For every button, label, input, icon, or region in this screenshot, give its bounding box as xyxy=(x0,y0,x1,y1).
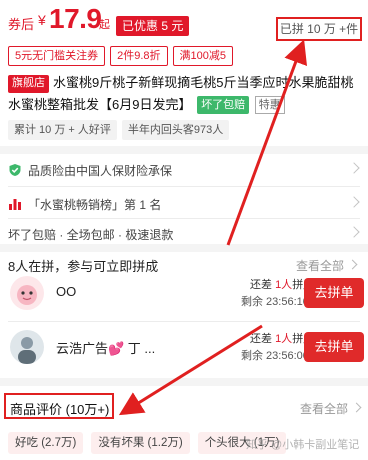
group-member-name: OO xyxy=(56,284,77,299)
currency-symbol: ¥ xyxy=(38,12,46,28)
special-badge: 特惠 xyxy=(254,96,285,114)
review-tags: 好吃 (2.7万) 没有坏果 (1.2万) 个头很大 (1万) xyxy=(8,432,287,454)
price-row: 券后 ¥ 17.9 起 已优惠 5 元 已拼 10 万 +件 xyxy=(0,0,368,41)
need-prefix: 还差 xyxy=(250,279,272,291)
chevron-right-icon xyxy=(348,162,360,174)
guarantee-badge: 坏了包赔 xyxy=(197,96,250,114)
need-number: 1人 xyxy=(275,333,293,345)
section-divider xyxy=(0,244,368,252)
join-group-button[interactable]: 去拼单 xyxy=(304,278,364,308)
coupon-tag[interactable]: 5元无门槛关注券 xyxy=(8,46,106,66)
review-tag[interactable]: 好吃 (2.7万) xyxy=(8,432,84,454)
insurance-row[interactable]: 品质险由中国人保财险承保 xyxy=(8,156,360,184)
section-divider xyxy=(0,146,368,154)
ranking-row[interactable]: 「水蜜桃畅销榜」第 1 名 xyxy=(8,190,360,218)
row-divider xyxy=(8,218,360,219)
sold-count-highlight: 已拼 10 万 +件 xyxy=(276,17,362,41)
coupon-list: 5元无门槛关注券 2件9.8折 满100减5 xyxy=(8,46,234,68)
review-count-tag: 累计 10 万 + 人好评 xyxy=(8,120,117,140)
group-row: 云浩广告💕 丁 ... 还差 1人拼成 剩余 23:56:00.5 去拼单 xyxy=(8,326,364,370)
ranking-text: 「水蜜桃畅销榜」第 1 名 xyxy=(28,197,162,212)
see-all-reviews-link[interactable]: 查看全部 xyxy=(300,400,348,417)
section-divider xyxy=(0,378,368,386)
avatar xyxy=(10,330,44,364)
ranking-icon xyxy=(8,197,22,211)
review-tag[interactable]: 没有坏果 (1.2万) xyxy=(91,432,190,454)
review-title: 商品评价 (10万+) xyxy=(10,402,110,417)
chevron-right-icon xyxy=(348,226,360,238)
flagship-badge: 旗舰店 xyxy=(8,75,49,93)
group-row: OO 还差 1人拼成 剩余 23:56:10.5 去拼单 xyxy=(8,272,364,316)
price-prefix: 券后 xyxy=(8,17,35,32)
chevron-right-icon xyxy=(348,196,360,208)
insurance-text: 品质险由中国人保财险承保 xyxy=(28,163,173,178)
price-suffix: 起 xyxy=(99,19,110,31)
need-prefix: 还差 xyxy=(250,333,272,345)
coupon-tag[interactable]: 满100减5 xyxy=(172,46,234,66)
stat-tags: 累计 10 万 + 人好评 半年内回头客973人 xyxy=(8,120,230,140)
group-member-name: 云浩广告💕 丁 ... xyxy=(56,341,156,356)
shield-check-icon xyxy=(8,163,22,177)
service-text: 坏了包赔 · 全场包邮 · 极速退款 xyxy=(8,227,174,242)
need-number: 1人 xyxy=(275,279,293,291)
avatar xyxy=(10,276,44,310)
price-value: 17.9 xyxy=(49,3,102,34)
sold-count: 已拼 10 万 +件 xyxy=(279,22,359,36)
chevron-right-icon xyxy=(347,259,358,270)
coupon-tag[interactable]: 2件9.8折 xyxy=(110,46,168,66)
row-divider xyxy=(8,186,360,187)
discount-tag: 已优惠 5 元 xyxy=(116,16,190,36)
chevron-right-icon xyxy=(351,402,362,413)
repeat-customer-tag: 半年内回头客973人 xyxy=(121,120,230,140)
row-divider xyxy=(8,321,360,322)
review-header[interactable]: 商品评价 (10万+) 查看全部 xyxy=(0,390,368,420)
product-title: 旗舰店 水蜜桃9斤桃子新鲜现摘毛桃5斤当季应时水果脆甜桃水蜜桃整箱批发【6月9日发… xyxy=(8,72,360,116)
join-group-button[interactable]: 去拼单 xyxy=(304,332,364,362)
watermark: 知乎 @小韩卡副业笔记 xyxy=(246,439,360,451)
product-title-text: 水蜜桃9斤桃子新鲜现摘毛桃5斤当季应时水果脆甜桃水蜜桃整箱批发【6月9日发完】 xyxy=(8,75,354,112)
